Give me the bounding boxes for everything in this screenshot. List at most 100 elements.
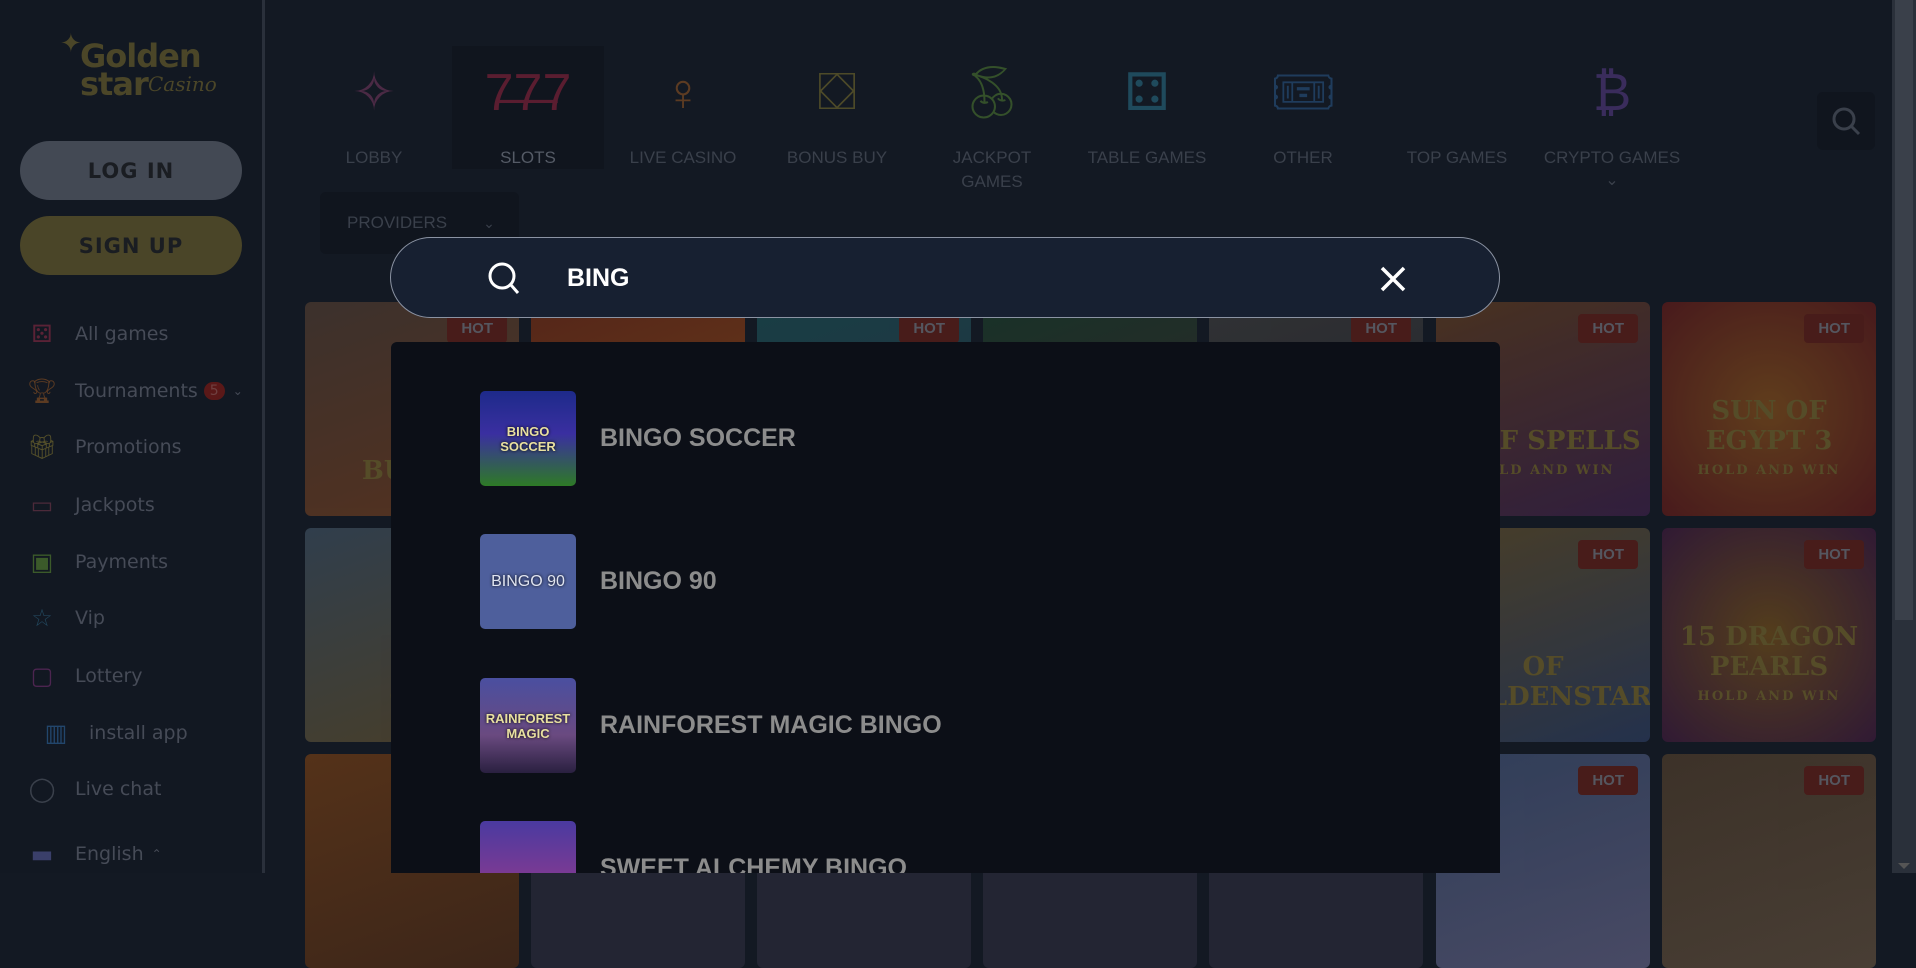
game-art-subtitle: HOLD AND WIN <box>1697 463 1841 478</box>
search-result-item[interactable]: RAINFOREST MAGIC RAINFOREST MAGIC BINGO <box>480 678 942 773</box>
page-scrollbar[interactable] <box>1892 0 1916 873</box>
tab-label: SLOTS <box>500 148 556 167</box>
dice-icon: ⚄ <box>31 320 53 348</box>
search-result-name: BINGO 90 <box>600 567 717 595</box>
uk-flag-icon: ▬ <box>30 840 54 868</box>
search-results-dropdown: BINGO SOCCER BINGO SOCCER BINGO 90 BINGO 90… <box>391 342 1500 873</box>
game-thumbnail[interactable]: RAINFOREST MAGIC <box>480 678 576 773</box>
crypto-coins-icon: ₿ <box>1592 63 1632 122</box>
logo-star-icon: ✦ <box>60 28 82 58</box>
scrollbar-thumb[interactable] <box>1895 0 1913 620</box>
sidebar-item-lottery[interactable]: ▢ Lottery <box>26 658 143 694</box>
cherry-icon: 🍒︎ <box>958 64 1025 122</box>
chevron-down-icon: ⌄ <box>483 214 495 231</box>
sidebar-item-label: Payments <box>75 551 169 573</box>
golden-star-casino-logo[interactable]: ✦ Golden star Casino <box>60 28 217 113</box>
search-result-name: SWEET ALCHEMY BINGO <box>600 854 907 873</box>
dealer-icon: ♀ <box>663 63 703 122</box>
sidebar-item-payments[interactable]: ▣ Payments <box>26 544 168 580</box>
sidebar-item-label: English <box>75 843 144 865</box>
search-icon <box>488 262 520 294</box>
tab-label: OTHER <box>1273 148 1333 167</box>
search-result-item[interactable]: BINGO 90 BINGO 90 <box>480 534 717 629</box>
game-art-title-text: 15 DRAGON PEARLS <box>1679 622 1859 682</box>
tab-top-games[interactable]: TOP GAMES <box>1382 55 1532 170</box>
tab-label: LIVE CASINO <box>629 148 737 167</box>
search-input[interactable] <box>567 256 1367 300</box>
game-tile[interactable]: SUN OF EGYPT 3 HOLD AND WIN HOT <box>1662 302 1876 516</box>
sidebar-item-promotions[interactable]: 🎁︎ Promotions <box>26 429 182 465</box>
tab-crypto-games[interactable]: ₿ CRYPTO GAMES ⌄ <box>1537 55 1687 190</box>
signup-button[interactable]: SIGN UP <box>20 216 242 275</box>
thumbnail-title: RAINFOREST MAGIC <box>485 710 571 741</box>
search-button[interactable] <box>1817 92 1875 150</box>
scroll-down-arrow-icon[interactable] <box>1898 863 1910 869</box>
chevron-down-icon[interactable]: ⌄ <box>1537 170 1687 190</box>
sidebar-item-english[interactable]: ▬ English ⌃ <box>26 836 162 872</box>
game-tile[interactable]: 15 DRAGON PEARLS HOLD AND WIN HOT <box>1662 528 1876 742</box>
gift-icon: 🎁︎ <box>26 433 58 461</box>
sidebar-item-label: Lottery <box>75 665 143 687</box>
thumbnail-title: BINGO 90 <box>491 572 565 590</box>
logo-line2: star <box>80 65 149 103</box>
tab-bonus-buy[interactable]: ⛋ BONUS BUY <box>762 55 912 170</box>
game-art-title: 15 DRAGON PEARLS HOLD AND WIN <box>1670 622 1868 712</box>
search-result-item[interactable]: SWEET ALCHEMY BINGO <box>480 821 907 873</box>
tab-label: TOP GAMES <box>1406 148 1508 167</box>
sidebar-item-label: Jackpots <box>75 494 155 516</box>
tab-other[interactable]: 🎟︎ OTHER <box>1228 55 1378 170</box>
star-icon: ☆ <box>31 604 53 632</box>
gift-box-icon: ⛋ <box>817 63 857 121</box>
sidebar-item-label: install app <box>89 722 188 744</box>
sidebar-item-jackpots[interactable]: ▭ Jackpots <box>26 487 155 523</box>
game-art-title-text: SUN OF EGYPT 3 <box>1705 396 1833 456</box>
sidebar-item-label: All games <box>75 323 169 345</box>
tab-label: JACKPOT GAMES <box>952 148 1032 191</box>
hot-badge: HOT <box>1804 540 1864 569</box>
chevron-up-icon[interactable]: ⌃ <box>152 847 162 861</box>
sidebar-item-vip[interactable]: ☆ Vip <box>26 600 105 636</box>
hot-badge: HOT <box>1804 314 1864 343</box>
tab-table-games[interactable]: ⚃ TABLE GAMES <box>1072 55 1222 170</box>
login-button[interactable]: LOG IN <box>20 141 242 200</box>
sidebar-item-label: Tournaments <box>75 380 198 402</box>
sparkles-icon: ✧ <box>352 63 396 122</box>
sidebar-item-install-app[interactable]: ▥ install app <box>40 715 188 751</box>
tab-slots[interactable]: 7̶7̶7 SLOTS <box>452 46 604 169</box>
hot-badge: HOT <box>1804 766 1864 795</box>
game-thumbnail[interactable]: BINGO 90 <box>480 534 576 629</box>
chest-icon: ▭ <box>30 491 54 519</box>
hot-badge: HOT <box>1578 314 1638 343</box>
sidebar-item-label: Vip <box>75 607 105 629</box>
sidebar-item-live-chat[interactable]: ◯ Live chat <box>26 771 162 807</box>
hot-badge: HOT <box>1578 540 1638 569</box>
sidebar-item-tournaments[interactable]: 🏆︎ Tournaments 5 ⌄ <box>26 373 243 409</box>
chevron-down-icon[interactable]: ⌄ <box>233 384 243 398</box>
search-bar <box>390 237 1500 318</box>
trophy-icon: 🏆︎ <box>26 377 58 405</box>
tab-live-casino[interactable]: ♀ LIVE CASINO <box>608 55 758 170</box>
tab-label: BONUS BUY <box>786 148 888 167</box>
tab-label: TABLE GAMES <box>1087 148 1207 167</box>
tab-label: LOBBY <box>345 148 403 167</box>
empty-icon-slot <box>1382 55 1532 130</box>
game-thumbnail[interactable] <box>480 821 576 873</box>
game-art-subtitle: HOLD AND WIN <box>1697 689 1841 704</box>
tab-lobby[interactable]: ✧ LOBBY <box>299 55 449 170</box>
providers-label: PROVIDERS <box>347 213 448 232</box>
tab-jackpot-games[interactable]: 🍒︎ JACKPOT GAMES <box>917 55 1067 194</box>
hot-badge: HOT <box>447 314 507 343</box>
search-result-name: RAINFOREST MAGIC BINGO <box>600 711 942 739</box>
game-thumbnail[interactable]: BINGO SOCCER <box>480 391 576 486</box>
sidebar-item-all-games[interactable]: ⚄ All games <box>26 316 169 352</box>
thumbnail-title: BINGO SOCCER <box>500 423 556 454</box>
android-icon: ▥ <box>44 719 68 747</box>
search-result-name: BINGO SOCCER <box>600 424 796 452</box>
sidebar-item-label: Live chat <box>75 778 162 800</box>
search-result-item[interactable]: BINGO SOCCER BINGO SOCCER <box>480 391 796 486</box>
clear-search-button[interactable] <box>1376 262 1410 296</box>
hot-badge: HOT <box>899 314 959 343</box>
game-tile[interactable]: HOT <box>1662 754 1876 968</box>
hot-badge: HOT <box>1578 766 1638 795</box>
ticket-icon: ▢ <box>30 662 54 690</box>
